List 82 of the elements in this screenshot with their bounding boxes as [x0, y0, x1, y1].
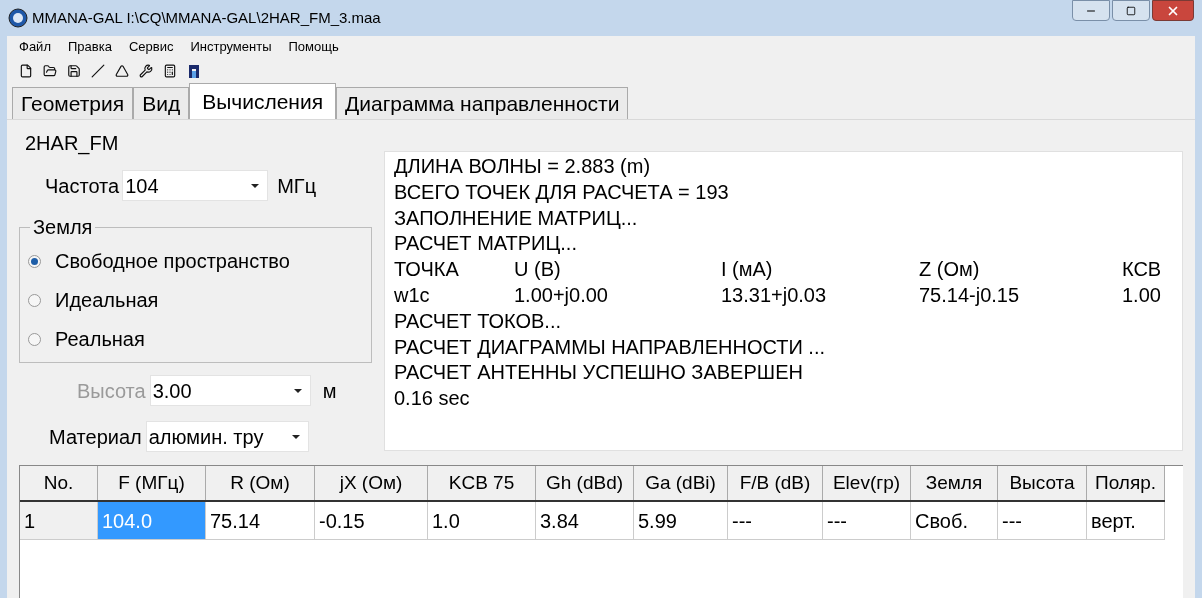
log-line: 0.16 sec — [394, 386, 470, 412]
tab[interactable]: Геометрия — [12, 87, 134, 119]
open-folder-icon[interactable] — [43, 64, 57, 78]
table-cell: 5.99 — [634, 502, 728, 540]
wrench-icon[interactable] — [139, 64, 153, 78]
save-icon[interactable] — [67, 64, 81, 78]
table-cell: 75.14 — [206, 502, 315, 540]
menu-item[interactable]: Сервис — [128, 37, 174, 57]
calculator-icon[interactable] — [163, 64, 177, 78]
log-line: РАСЧЕТ АНТЕННЫ УСПЕШНО ЗАВЕРШЕН — [394, 360, 803, 386]
new-file-icon[interactable] — [19, 64, 33, 78]
column-header[interactable]: Gh (dBd) — [536, 466, 634, 500]
height-unit: м — [322, 378, 337, 404]
menu-item[interactable]: Правка — [67, 37, 112, 57]
log-line: РАСЧЕТ ДИАГРАММЫ НАПРАВЛЕННОСТИ ... — [394, 334, 826, 360]
menu-item[interactable]: Помощь — [288, 37, 339, 57]
log-cell-text: КСВ — [1122, 257, 1163, 283]
log-cell-text: ТОЧКА — [394, 257, 460, 283]
radio-label: Свободное пространство — [55, 249, 290, 274]
column-header[interactable]: Elev(гр) — [823, 466, 911, 500]
height-label: Высота — [77, 378, 146, 404]
log-cell-text: U (B) — [514, 257, 562, 283]
gate-icon[interactable] — [187, 63, 201, 79]
column-header[interactable]: jX (Ом) — [315, 466, 428, 500]
column-header[interactable]: Высота — [998, 466, 1087, 500]
log-line: РАСЧЕТ ТОКОВ... — [394, 308, 561, 334]
material-label: Материал — [49, 424, 142, 450]
log-cell-text: 1.00+j0.00 — [514, 283, 609, 308]
dropdown-arrow-icon — [251, 183, 260, 188]
frequency-unit: МГц — [277, 173, 317, 199]
log-cell-text: 13.31+j0.03 — [721, 283, 828, 308]
tab[interactable]: Вид — [133, 87, 190, 119]
triangle-icon[interactable] — [115, 64, 129, 78]
window-title: MMANA-GAL I:\CQ\MMANA-GAL\2HAR_FM_3.maa — [32, 7, 381, 28]
app-logo-icon — [8, 8, 28, 28]
close-button[interactable] — [1152, 0, 1194, 21]
table-cell: 104.0 — [98, 502, 206, 540]
log-line: РАСЧЕТ МАТРИЦ... — [394, 231, 577, 257]
log-cell-text: Z (Ом) — [919, 257, 981, 283]
column-header[interactable]: KCB 75 — [428, 466, 536, 500]
maximize-button[interactable] — [1112, 0, 1150, 21]
material-dropdown[interactable]: алюмин. тру — [145, 421, 309, 452]
log-line: ВСЕГО ТОЧЕК ДЛЯ РАСЧЕТА = 193 — [394, 179, 729, 205]
table-cell: Своб. — [911, 502, 998, 540]
maximize-icon — [1126, 5, 1136, 16]
menu-item[interactable]: Инструменты — [190, 37, 272, 57]
radio-button[interactable] — [28, 254, 41, 268]
column-header[interactable]: Ga (dBi) — [634, 466, 728, 500]
project-name: 2HAR_FM — [25, 131, 120, 157]
log-cell-text: 75.14-j0.15 — [919, 283, 1021, 308]
radio-button[interactable] — [28, 293, 41, 307]
table-cell: --- — [728, 502, 823, 540]
log-cell-text: w1c — [394, 283, 431, 308]
column-header[interactable]: F/B (dB) — [728, 466, 823, 500]
column-header[interactable]: Поляр. — [1087, 466, 1165, 500]
frequency-dropdown[interactable]: 104 — [122, 170, 269, 201]
tab[interactable]: Диаграмма направленности — [336, 87, 629, 119]
line-icon[interactable] — [91, 64, 105, 78]
table-cell: -0.15 — [315, 502, 428, 540]
log-line: ДЛИНА ВОЛНЫ = 2.883 (m) — [394, 154, 651, 179]
table-cell: 1 — [20, 502, 98, 540]
minimize-button[interactable] — [1072, 0, 1110, 21]
menu-item[interactable]: Файл — [19, 37, 51, 57]
dropdown-arrow-icon — [291, 434, 300, 439]
table-cell: верт. — [1087, 502, 1165, 540]
column-header[interactable]: R (Ом) — [206, 466, 315, 500]
radio-label: Реальная — [55, 327, 145, 352]
log-cell-text: 1.00 — [1122, 283, 1162, 308]
column-header[interactable]: F (МГц) — [98, 466, 206, 500]
radio-label: Идеальная — [55, 288, 159, 313]
log-cell-text: I (мА) — [721, 257, 774, 283]
table-cell: 1.0 — [428, 502, 536, 540]
column-header[interactable]: No. — [20, 466, 98, 500]
table-cell: 3.84 — [536, 502, 634, 540]
dropdown-arrow-icon — [293, 388, 302, 393]
column-header[interactable]: Земля — [911, 466, 998, 500]
log-line: ЗАПОЛНЕНИЕ МАТРИЦ... — [394, 205, 638, 231]
tab[interactable]: Вычисления — [189, 83, 337, 119]
table-cell: --- — [823, 502, 911, 540]
radio-button[interactable] — [28, 332, 41, 346]
table-cell: --- — [998, 502, 1087, 540]
frequency-label: Частота — [45, 173, 120, 199]
